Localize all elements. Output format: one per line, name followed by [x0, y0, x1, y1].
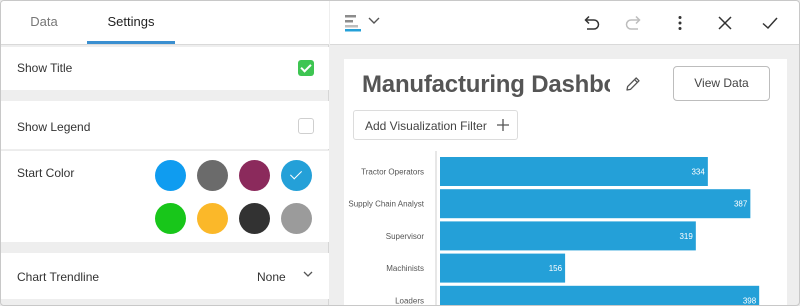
color-swatch[interactable] — [155, 160, 186, 191]
active-tab-indicator — [87, 41, 175, 44]
tab-bar: Data Settings — [1, 1, 329, 45]
bar[interactable] — [440, 253, 566, 283]
show-legend-row: Show Legend — [1, 101, 329, 149]
color-swatch[interactable] — [155, 203, 186, 234]
color-swatch[interactable] — [281, 203, 312, 234]
check-icon[interactable] — [760, 13, 780, 33]
chevron-down-icon[interactable] — [368, 16, 380, 26]
add-filter-label: Add Visualization Filter — [365, 119, 487, 133]
visualization-title[interactable]: Manufacturing Dashboard — [362, 71, 610, 99]
bar[interactable] — [440, 157, 708, 186]
value-label: 156 — [549, 264, 563, 273]
view-data-button[interactable]: View Data — [673, 66, 770, 101]
bar[interactable] — [440, 221, 696, 251]
show-title-label: Show Title — [17, 61, 73, 75]
show-title-row: Show Title — [1, 47, 329, 90]
chevron-down-icon[interactable] — [303, 269, 313, 279]
chart-trendline-row[interactable]: Chart Trendline None — [1, 253, 329, 299]
chart-trendline-label: Chart Trendline — [17, 270, 100, 284]
pencil-icon[interactable] — [624, 75, 642, 93]
toolbar — [330, 1, 799, 45]
show-title-checkbox[interactable] — [298, 60, 314, 76]
chart-trendline-value[interactable]: None — [257, 270, 286, 284]
chart-type-icon[interactable] — [345, 14, 365, 32]
value-label: 319 — [679, 232, 693, 241]
tab-settings[interactable]: Settings — [87, 1, 175, 45]
value-label: 387 — [734, 200, 748, 209]
bar[interactable] — [440, 285, 760, 306]
value-label: 334 — [691, 168, 705, 177]
color-swatch[interactable] — [197, 160, 228, 191]
app-window: Data Settings Show Title Show Legend Sta… — [0, 0, 800, 306]
category-label: Loaders — [395, 296, 424, 305]
value-label: 398 — [743, 296, 757, 305]
bar-chart: Tractor Operators 334 Supply Chain Analyst… — [348, 151, 760, 306]
close-icon[interactable] — [715, 13, 735, 33]
category-label: Supervisor — [386, 232, 425, 241]
show-legend-checkbox[interactable] — [298, 118, 314, 134]
bar[interactable] — [440, 189, 751, 219]
color-swatch[interactable] — [239, 203, 270, 234]
category-label: Supply Chain Analyst — [348, 200, 424, 209]
settings-panel: Data Settings Show Title Show Legend Sta… — [1, 1, 329, 305]
start-color-label: Start Color — [17, 166, 75, 180]
category-label: Machinists — [386, 264, 424, 273]
visualization-canvas: Manufacturing Dashboard View Data Add Vi… — [344, 59, 787, 306]
add-visualization-filter-button[interactable]: Add Visualization Filter — [353, 110, 518, 140]
undo-icon[interactable] — [581, 13, 601, 33]
start-color-row: Start Color — [1, 150, 329, 242]
category-label: Tractor Operators — [361, 168, 424, 177]
color-swatch[interactable] — [239, 160, 270, 191]
more-vertical-icon[interactable] — [670, 13, 690, 33]
plus-icon — [497, 119, 509, 131]
color-swatch[interactable] — [197, 203, 228, 234]
show-legend-label: Show Legend — [17, 120, 91, 134]
tab-data[interactable]: Data — [1, 1, 87, 45]
color-swatch[interactable] — [281, 160, 312, 191]
redo-icon[interactable] — [624, 13, 644, 33]
